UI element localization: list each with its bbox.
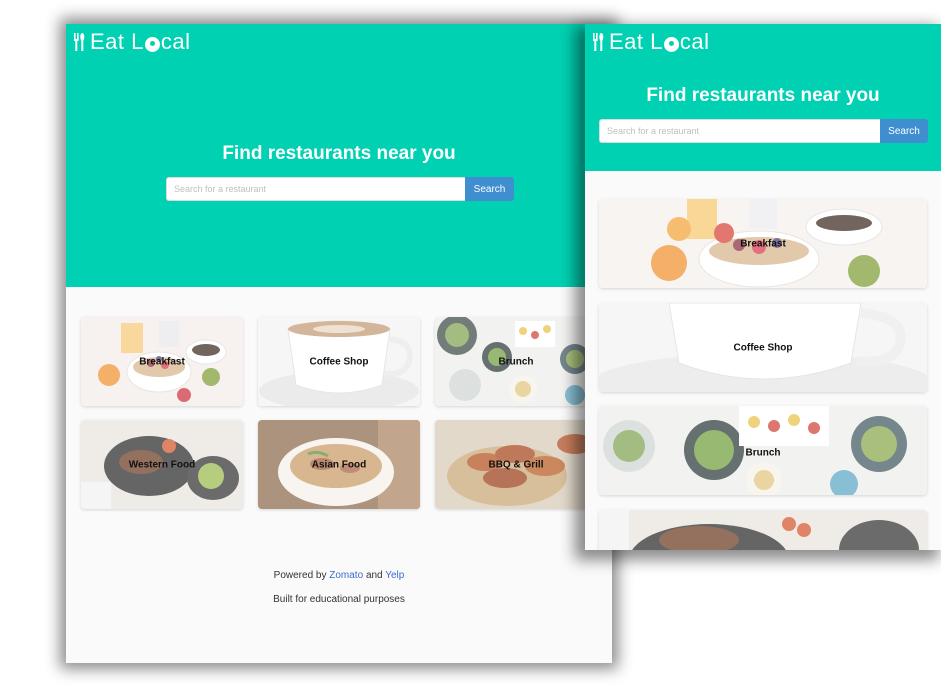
logo[interactable]: Eat L cal [73, 29, 191, 55]
category-card-western-food-mobile[interactable] [599, 510, 927, 550]
hero-section: Eat L cal Find restaurants near you Searc… [66, 24, 612, 287]
search-button-mobile[interactable]: Search [880, 119, 928, 143]
category-card-breakfast[interactable]: Breakfast [81, 317, 243, 406]
hero-section-mobile: Eat L cal Find restaurants near you Searc… [585, 24, 941, 171]
hero-title: Find restaurants near you [222, 143, 456, 164]
category-card-breakfast-mobile[interactable]: Breakfast [599, 199, 927, 288]
logo-mobile[interactable]: Eat L cal [592, 29, 710, 55]
zomato-link[interactable]: Zomato [329, 570, 363, 581]
logo-text-b: cal [679, 29, 710, 54]
category-label: Breakfast [139, 356, 185, 367]
logo-text-b: cal [160, 29, 191, 54]
category-card-asian-food[interactable]: Asian Food [258, 420, 420, 509]
category-card-brunch-mobile[interactable]: Brunch [599, 406, 927, 495]
category-card-coffee-shop-mobile[interactable]: Coffee Shop [599, 303, 927, 392]
search-button[interactable]: Search [465, 177, 514, 201]
location-pin-icon [663, 36, 679, 52]
category-label: Brunch [745, 447, 781, 459]
category-label: Breakfast [740, 238, 786, 249]
logo-text-a: Eat L [609, 29, 663, 54]
search-input-mobile[interactable] [599, 119, 880, 143]
utensils-icon [593, 33, 604, 51]
category-label: Coffee Shop [309, 356, 369, 367]
category-label: Coffee Shop [733, 342, 793, 353]
search-input[interactable] [166, 177, 465, 201]
utensils-icon [74, 33, 85, 51]
category-card-western-food[interactable]: Western Food [81, 420, 243, 509]
category-card-bbq-grill[interactable]: BBQ & Grill [435, 420, 597, 509]
category-label: Brunch [498, 356, 534, 367]
hero-title-mobile: Find restaurants near you [646, 85, 880, 106]
category-card-coffee-shop[interactable]: Coffee Shop [258, 317, 420, 406]
footer-built-text: Built for educational purposes [273, 594, 405, 605]
card-overlay [599, 510, 927, 550]
yelp-link[interactable]: Yelp [385, 570, 404, 581]
mobile-screenshot: Eat L cal Find restaurants near you Searc… [585, 24, 941, 550]
category-label: Western Food [128, 459, 196, 470]
footer-powered-line: Powered by Zomato and Yelp [66, 570, 612, 581]
category-card-brunch[interactable]: Brunch [435, 317, 597, 406]
and-text: and [365, 570, 383, 581]
category-label: Asian Food [311, 459, 367, 470]
powered-by-text: Powered by [273, 570, 327, 581]
logo-text-a: Eat L [90, 29, 144, 54]
desktop-screenshot: Eat L cal Find restaurants near you Searc… [66, 24, 612, 663]
location-pin-icon [144, 36, 160, 52]
category-label: BBQ & Grill [488, 459, 544, 470]
